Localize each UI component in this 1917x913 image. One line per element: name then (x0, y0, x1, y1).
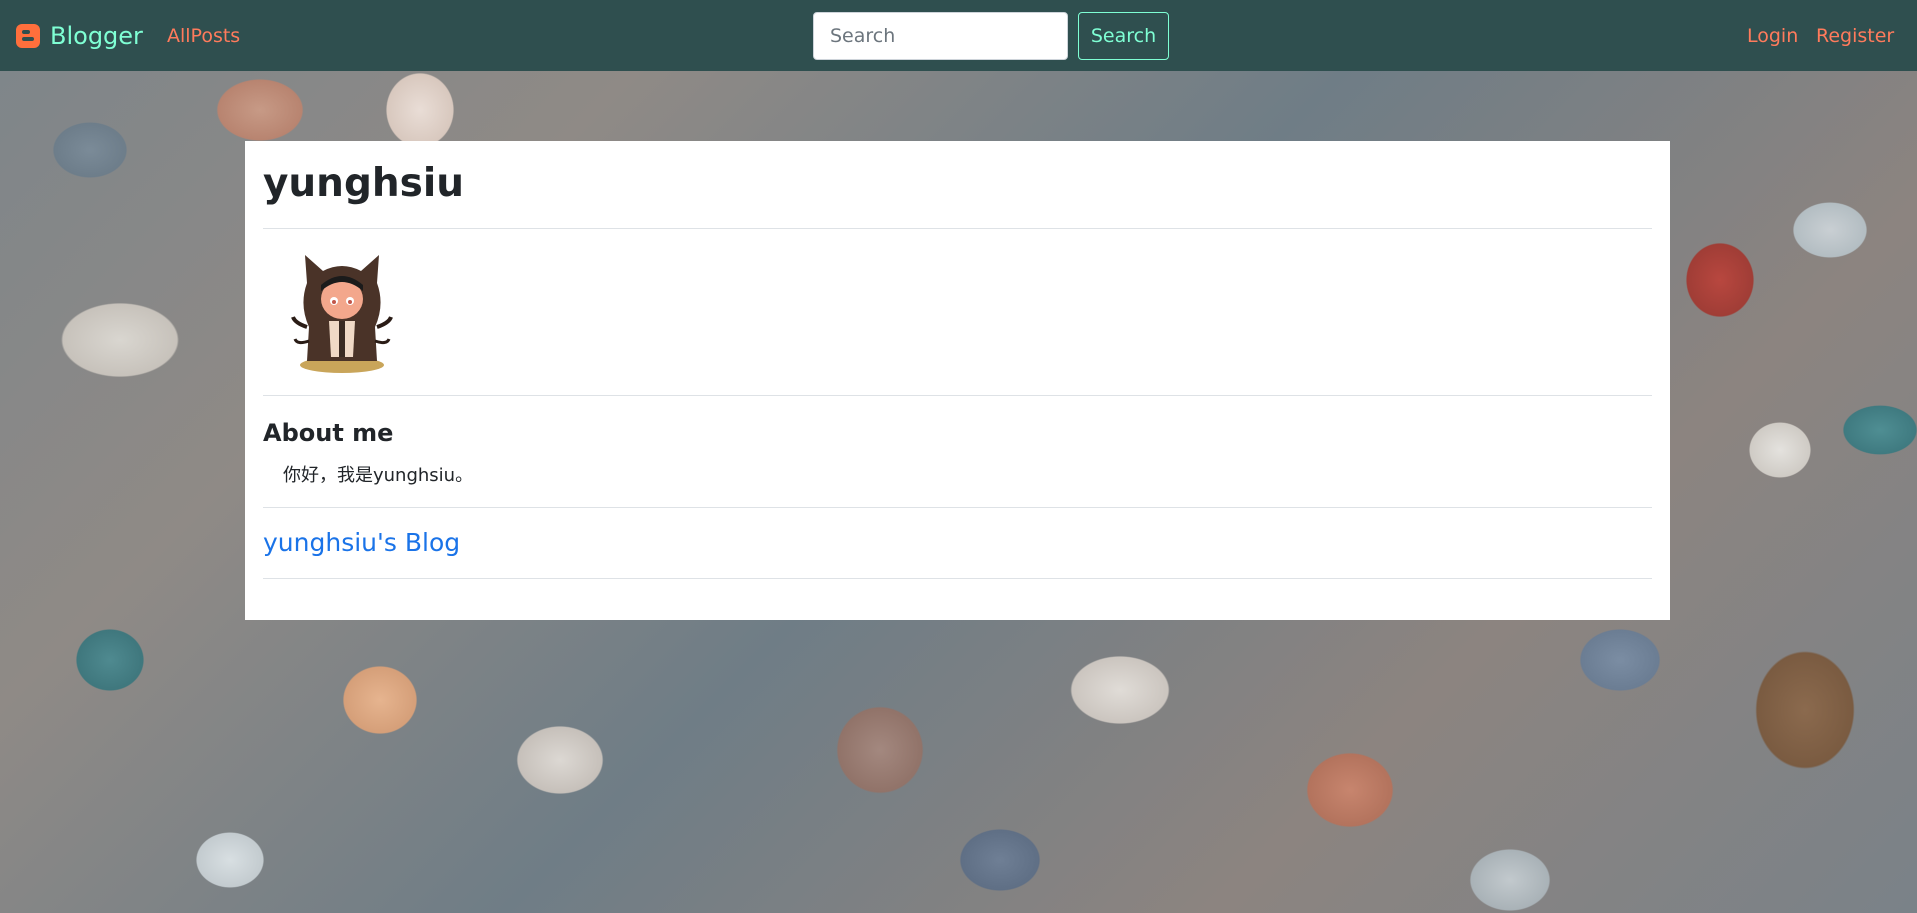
search-input[interactable] (813, 12, 1068, 60)
profile-username: yunghsiu (263, 161, 464, 206)
nav-allposts-link[interactable]: AllPosts (167, 25, 240, 47)
search-button[interactable]: Search (1078, 12, 1169, 60)
top-navbar: Blogger AllPosts Search Login Register (0, 0, 1917, 71)
register-link[interactable]: Register (1816, 25, 1894, 47)
brand-link[interactable]: Blogger (16, 22, 143, 50)
login-link[interactable]: Login (1747, 25, 1798, 47)
brand-label: Blogger (50, 22, 143, 50)
divider (263, 395, 1652, 396)
profile-card: yunghsiu About me 你好，我是yunghsiu。 yunghsi… (245, 141, 1670, 620)
about-text: 你好，我是yunghsiu。 (283, 465, 474, 486)
divider (263, 228, 1652, 229)
blogger-icon (16, 24, 40, 48)
divider (263, 507, 1652, 508)
user-blog-link[interactable]: yunghsiu's Blog (263, 528, 460, 557)
about-heading: About me (263, 419, 394, 447)
divider (263, 578, 1652, 579)
octocat-avatar-icon (291, 255, 393, 373)
